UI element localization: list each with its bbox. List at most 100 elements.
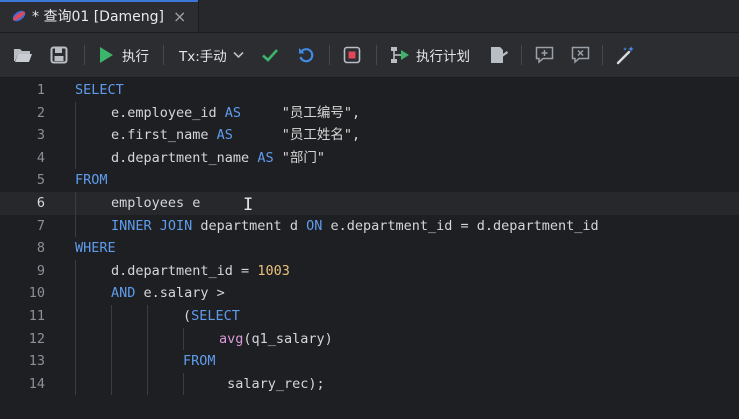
- stop-icon: [343, 46, 361, 64]
- code-text: FROM: [183, 350, 216, 373]
- line-number: 12: [28, 330, 45, 347]
- code-text: e.first_name AS "员工姓名",: [111, 124, 360, 147]
- document-edit-icon: [491, 47, 508, 63]
- code-token: e.employee_id: [111, 104, 225, 121]
- code-token: ON: [306, 217, 323, 234]
- save-icon: [50, 46, 68, 64]
- indent-guide: [111, 372, 112, 396]
- indent-guide: [75, 327, 76, 351]
- comment-add-icon: [535, 46, 554, 64]
- line-number: 13: [28, 353, 45, 370]
- stop-button[interactable]: [343, 44, 361, 66]
- execution-plan-label: 执行计划: [416, 49, 470, 65]
- code-line[interactable]: 11 (SELECT: [0, 305, 739, 328]
- code-line[interactable]: 12 avg(q1_salary): [0, 327, 739, 351]
- uncomment-button[interactable]: [571, 44, 590, 66]
- code-line[interactable]: 9 d.department_id = 1003: [0, 259, 739, 283]
- code-token: ,: [351, 127, 361, 144]
- line-number: 1: [36, 82, 45, 98]
- line-number: 7: [36, 217, 45, 234]
- tab-query01[interactable]: * 查询01 [Dameng] ×: [0, 0, 199, 32]
- code-token: "员工姓名": [281, 127, 352, 144]
- indent-guide: [75, 282, 76, 305]
- execution-plan-button[interactable]: 执行计划: [390, 44, 470, 66]
- text-cursor-icon: I: [243, 195, 254, 215]
- code-line[interactable]: 3 e.first_name AS "员工姓名",: [0, 124, 739, 147]
- code-token: employees e: [111, 195, 201, 211]
- code-line[interactable]: 7 INNER JOIN department d ON e.department…: [0, 214, 739, 238]
- code-token: SELECT: [75, 82, 124, 98]
- code-text: FROM: [75, 169, 108, 192]
- check-icon: [262, 49, 278, 62]
- database-query-icon: [12, 10, 26, 22]
- code-text: WHERE: [75, 237, 116, 260]
- code-text: (SELECT: [183, 305, 240, 328]
- open-folder-button[interactable]: [13, 44, 33, 66]
- indent-guide: [111, 350, 112, 373]
- code-line[interactable]: 13 FROM: [0, 350, 739, 373]
- code-line[interactable]: 8 WHERE: [0, 237, 739, 260]
- line-number: 14: [28, 375, 45, 392]
- indent-guide: [75, 372, 76, 396]
- execute-button[interactable]: 执行: [98, 44, 149, 66]
- indent-guide: [75, 214, 76, 238]
- code-token: d.department_name: [111, 149, 258, 166]
- toolbar-separator: [376, 45, 377, 65]
- indent-guide: [147, 327, 148, 351]
- indent-guide: [183, 372, 184, 396]
- code-token: salary_rec);: [219, 375, 325, 392]
- tab-close-icon[interactable]: ×: [173, 7, 186, 26]
- toolbar-separator: [602, 45, 603, 65]
- chevron-down-icon: [233, 51, 244, 59]
- save-button[interactable]: [50, 44, 68, 66]
- code-line[interactable]: 10 AND e.salary >: [0, 282, 739, 305]
- sql-editor[interactable]: 1 SELECT 2 e.employee_id AS "员工编号", 3 e.first…: [0, 78, 739, 419]
- code-token: INNER JOIN: [111, 217, 193, 234]
- line-number: 2: [36, 104, 45, 121]
- code-token: 1003: [257, 262, 290, 279]
- folder-open-icon: [14, 49, 32, 62]
- line-number: 11: [28, 308, 45, 324]
- indent-guide: [111, 305, 112, 328]
- toolbar-separator: [163, 45, 164, 65]
- code-line[interactable]: 14 salary_rec);: [0, 372, 739, 396]
- explain-button[interactable]: [489, 44, 509, 66]
- commit-button[interactable]: [261, 44, 279, 66]
- code-line[interactable]: 6 employees e: [0, 192, 739, 215]
- transaction-mode-dropdown[interactable]: Tx:手动: [179, 44, 244, 66]
- indent-guide: [75, 350, 76, 373]
- code-text: salary_rec);: [219, 373, 325, 396]
- code-text: INNER JOIN department d ON e.department_…: [111, 215, 599, 238]
- code-line[interactable]: 1 SELECT: [0, 79, 739, 102]
- indent-guide: [75, 146, 76, 170]
- code-token: FROM: [75, 172, 108, 189]
- toolbar-separator: [84, 45, 85, 65]
- code-text: SELECT: [75, 79, 124, 102]
- toolbar-separator: [329, 45, 330, 65]
- code-token: (: [183, 308, 192, 324]
- code-line[interactable]: 2 e.employee_id AS "员工编号",: [0, 101, 739, 125]
- code-token: AS: [224, 104, 242, 121]
- indent-guide: [183, 327, 184, 351]
- indent-guide: [75, 305, 76, 328]
- line-number: 3: [36, 127, 45, 144]
- execution-plan-icon: [391, 47, 409, 63]
- code-token: AS: [257, 149, 274, 166]
- line-number: 5: [36, 172, 45, 189]
- rollback-button[interactable]: [297, 44, 315, 66]
- indent-guide: [75, 101, 76, 125]
- execute-label: 执行: [122, 49, 149, 65]
- indent-guide: [147, 350, 148, 373]
- line-number: 10: [28, 285, 45, 302]
- format-sql-button[interactable]: [616, 44, 636, 66]
- comment-button[interactable]: [535, 44, 554, 66]
- code-token: d.department_id =: [111, 262, 258, 279]
- code-line[interactable]: 5 FROM: [0, 169, 739, 192]
- code-token: "员工编号": [281, 104, 352, 121]
- indent-guide: [75, 192, 76, 215]
- code-line[interactable]: 4 d.department_name AS "部门": [0, 146, 739, 170]
- toolbar-separator: [521, 45, 522, 65]
